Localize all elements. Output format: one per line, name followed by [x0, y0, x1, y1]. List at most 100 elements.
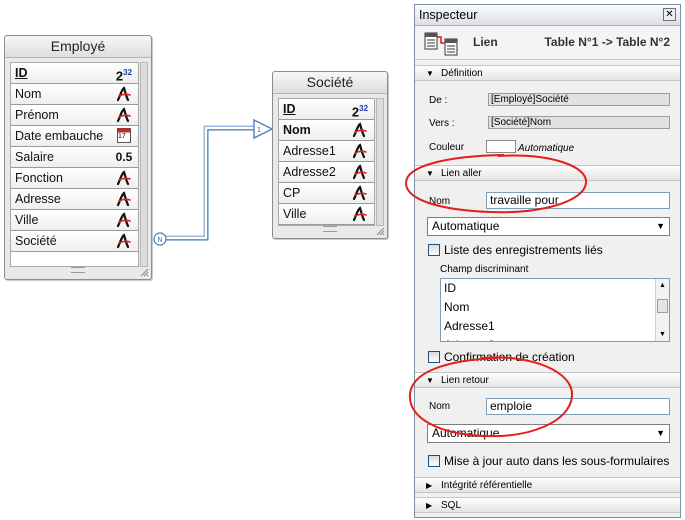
champ-discriminant-label: Champ discriminant: [440, 264, 529, 275]
alpha-field-icon: [116, 107, 131, 123]
field-row[interactable]: Ville: [11, 210, 138, 231]
list-item[interactable]: Nom: [441, 298, 669, 317]
close-icon[interactable]: ✕: [663, 8, 676, 21]
field-row[interactable]: Adresse2: [279, 162, 374, 183]
confirmation-creation-checkbox[interactable]: Confirmation de création: [428, 350, 575, 364]
field-type-alpha: [350, 183, 370, 203]
de-field: [Employé]Société: [488, 93, 670, 106]
table-employe-grip-icon[interactable]: [71, 267, 85, 273]
alpha-field-icon: [116, 191, 131, 207]
field-type-long-integer: 232: [350, 99, 370, 119]
field-row[interactable]: Nom: [279, 120, 374, 141]
vers-label: Vers :: [429, 118, 455, 129]
field-row[interactable]: Date embauche 17: [11, 126, 138, 147]
field-name: Adresse1: [283, 144, 336, 158]
inspector-tables: Table N°1 -> Table N°2: [544, 35, 670, 49]
section-integrite[interactable]: ▶ Intégrité référentielle: [415, 477, 680, 493]
field-name: Nom: [283, 123, 311, 137]
inspector-panel: Inspecteur ✕ Lien Table N°1 -> Table N°2…: [414, 4, 681, 518]
inspector-title: Inspecteur: [419, 8, 478, 22]
link-many-symbol: N: [157, 236, 162, 244]
checkbox-icon[interactable]: [428, 244, 440, 256]
field-type-real: 0.5: [115, 150, 133, 164]
link-one-symbol: 1: [257, 126, 261, 134]
table-societe-grip-icon[interactable]: [323, 226, 337, 232]
scroll-down-icon[interactable]: ▼: [656, 328, 669, 341]
couleur-label: Couleur: [429, 142, 465, 153]
de-label: De :: [429, 95, 448, 106]
field-row[interactable]: Adresse: [11, 189, 138, 210]
table-employe-resize-icon[interactable]: [139, 267, 149, 277]
retour-nom-input[interactable]: emploie: [486, 398, 670, 415]
table-employe-scrollbar[interactable]: [140, 62, 148, 267]
section-sql[interactable]: ▶ SQL: [415, 497, 680, 513]
triangle-right-icon: ▶: [426, 501, 433, 510]
scroll-up-icon[interactable]: ▲: [656, 279, 669, 292]
aller-nom-label: Nom: [429, 196, 451, 207]
aller-mode-select[interactable]: Automatique ▼: [427, 217, 670, 236]
inspector-header: Lien Table N°1 -> Table N°2: [415, 26, 680, 60]
list-item[interactable]: ID: [441, 279, 669, 298]
section-definition-label: Définition: [441, 68, 483, 79]
field-type-alpha: [114, 105, 134, 125]
checkbox-icon[interactable]: [428, 351, 440, 363]
table-employe-title[interactable]: Employé: [5, 36, 151, 58]
field-row[interactable]: ID 232: [11, 63, 138, 84]
field-name: Prénom: [15, 108, 59, 122]
field-row[interactable]: Fonction: [11, 168, 138, 189]
table-societe-title[interactable]: Société: [273, 72, 387, 94]
field-row[interactable]: Société: [11, 231, 138, 252]
section-sql-label: SQL: [441, 500, 462, 511]
field-row[interactable]: Prénom: [11, 105, 138, 126]
scroll-thumb[interactable]: [657, 299, 668, 313]
checkbox-icon[interactable]: [428, 455, 440, 467]
field-name: ID: [283, 102, 296, 116]
alpha-field-icon: [352, 122, 367, 138]
inspector-titlebar[interactable]: Inspecteur ✕: [415, 5, 680, 26]
mise-a-jour-checkbox[interactable]: Mise à jour auto dans les sous-formulair…: [428, 454, 669, 468]
section-lien-aller[interactable]: ▼ Lien aller: [415, 165, 680, 181]
field-row[interactable]: Nom: [11, 84, 138, 105]
field-type-alpha: [350, 120, 370, 140]
field-type-alpha: [114, 231, 134, 251]
list-item[interactable]: Adresse1: [441, 317, 669, 336]
field-name: Nom: [15, 87, 42, 101]
field-type-long-integer: 232: [114, 63, 134, 83]
table-societe-scrollbar[interactable]: [376, 98, 384, 226]
section-definition[interactable]: ▼ Définition: [415, 65, 680, 81]
aller-mode-value: Automatique: [432, 219, 500, 233]
section-integrite-label: Intégrité référentielle: [441, 480, 533, 491]
field-row[interactable]: Ville: [279, 204, 374, 225]
list-scrollbar[interactable]: ▲ ▼: [655, 279, 669, 341]
field-row[interactable]: ID 232: [279, 99, 374, 120]
color-picker[interactable]: [486, 140, 516, 153]
field-name: Adresse2: [283, 165, 336, 179]
list-item[interactable]: Adresse2: [441, 336, 669, 341]
calendar-day: 17: [118, 133, 126, 140]
color-automatic-label: Automatique: [518, 143, 575, 154]
field-row[interactable]: Salaire 0.5: [11, 147, 138, 168]
retour-nom-label: Nom: [429, 401, 451, 412]
section-lien-aller-label: Lien aller: [441, 168, 482, 179]
field-type-alpha: [114, 168, 134, 188]
aller-nom-input[interactable]: travaille pour: [486, 192, 670, 209]
table-societe-resize-icon[interactable]: [375, 226, 385, 236]
field-row[interactable]: Adresse1: [279, 141, 374, 162]
retour-mode-value: Automatique: [432, 426, 500, 440]
alpha-field-icon: [116, 170, 131, 186]
table-societe[interactable]: Société ID 232 Nom Adresse1 Adresse2 CP Ville: [272, 71, 388, 239]
champ-discriminant-list[interactable]: IDNomAdresse1Adresse2 ▲ ▼: [440, 278, 670, 342]
alpha-field-icon: [116, 212, 131, 228]
liste-enregistrements-checkbox[interactable]: Liste des enregistrements liés: [428, 243, 603, 257]
triangle-down-icon: ▼: [426, 69, 434, 78]
field-row[interactable]: CP: [279, 183, 374, 204]
triangle-down-icon: ▼: [426, 376, 434, 385]
field-type-alpha: [350, 141, 370, 161]
alpha-field-icon: [352, 185, 367, 201]
section-lien-retour[interactable]: ▼ Lien retour: [415, 372, 680, 388]
type-exponent: 32: [359, 104, 369, 113]
dropdown-arrow-icon: ▼: [656, 428, 665, 438]
retour-mode-select[interactable]: Automatique ▼: [427, 424, 670, 443]
alpha-field-icon: [352, 164, 367, 180]
table-employe[interactable]: Employé ID 232 Nom Prénom Date embauche 17 Sal…: [4, 35, 152, 280]
